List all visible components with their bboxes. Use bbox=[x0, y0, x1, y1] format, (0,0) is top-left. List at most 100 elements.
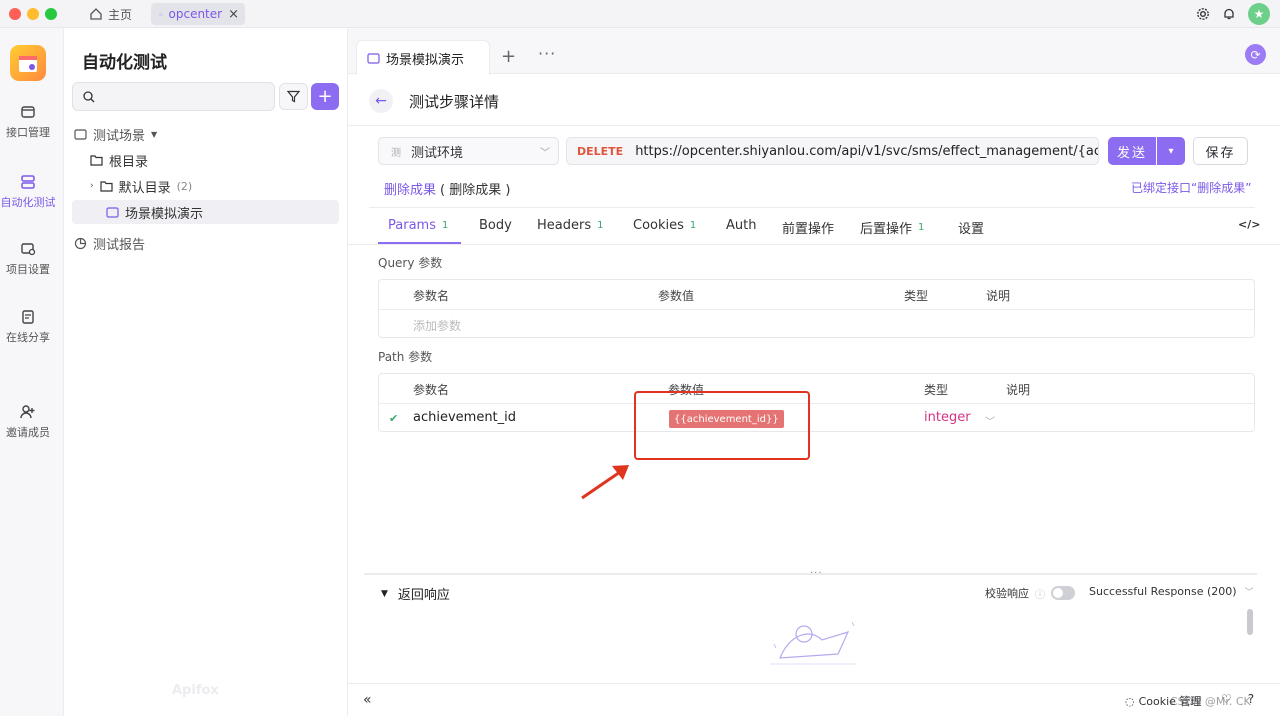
tree-item-default-folder[interactable]: › 默认目录 (2) bbox=[90, 175, 192, 197]
save-button[interactable]: 保存 bbox=[1193, 137, 1248, 165]
add-param-input[interactable]: 添加参数 bbox=[413, 317, 461, 334]
col-header: 说明 bbox=[986, 289, 1011, 303]
tab-params[interactable]: Params 1 bbox=[388, 218, 448, 233]
tree-label: 测试报告 bbox=[93, 237, 146, 253]
tree-item-scenario-root[interactable]: 测试场景 ▼ bbox=[74, 123, 157, 145]
verify-toggle[interactable] bbox=[1051, 586, 1075, 600]
collapse-sidebar-button[interactable]: « bbox=[363, 692, 372, 708]
http-method[interactable]: DELETE bbox=[577, 145, 623, 158]
divider bbox=[369, 207, 1255, 208]
avatar[interactable]: ★ bbox=[1248, 3, 1270, 25]
sync-button[interactable]: ⟳ bbox=[1245, 44, 1266, 65]
check-icon[interactable]: ✔ bbox=[389, 412, 398, 425]
footer-logo: Apifox bbox=[172, 683, 219, 698]
path-params-table: 参数名 参数值 类型 说明 ✔ achievement_id {{achieve… bbox=[378, 373, 1255, 432]
doc-tab-active[interactable]: 场景模拟演示 bbox=[356, 40, 490, 75]
response-select[interactable]: Successful Response (200) ﹀ bbox=[1089, 585, 1254, 598]
col-header: 类型 bbox=[904, 289, 929, 303]
tab-headers[interactable]: Headers 1 bbox=[537, 218, 603, 233]
home-tab[interactable]: 主页 bbox=[89, 5, 132, 23]
cookie-icon: ◌ bbox=[1125, 694, 1135, 708]
bottom-bar: « ◌ Cookie 管理 ♡ ? CSDN @Mr. CK bbox=[348, 683, 1280, 716]
rail-label-automation: 自动化测试 bbox=[0, 196, 56, 209]
send-options-button[interactable]: ▾ bbox=[1157, 137, 1185, 165]
col-header: 类型 bbox=[924, 383, 949, 397]
query-section-label: Query 参数 bbox=[378, 256, 443, 270]
environment-select[interactable]: 测 测试环境 ﹀ bbox=[378, 137, 559, 165]
home-tab-label: 主页 bbox=[108, 7, 133, 22]
tree-item-root-folder[interactable]: 根目录 bbox=[90, 149, 148, 171]
scenario-icon bbox=[74, 128, 87, 140]
tree-label: 场景模拟演示 bbox=[125, 206, 204, 222]
rail-item-invite[interactable]: 邀请成员 bbox=[0, 404, 56, 440]
add-scenario-button[interactable]: + bbox=[311, 83, 339, 110]
bound-api-link[interactable]: 已绑定接口“删除成果” bbox=[1131, 179, 1251, 196]
response-header[interactable]: ▼ 返回响应 bbox=[381, 584, 450, 603]
annotation-highlight-box bbox=[634, 391, 810, 460]
tree-item-scenario-demo[interactable]: 场景模拟演示 bbox=[72, 200, 339, 224]
new-tab-button[interactable]: + bbox=[501, 46, 516, 67]
tab-cookies[interactable]: Cookies 1 bbox=[633, 218, 696, 233]
watermark-text: CSDN @Mr. CK bbox=[1170, 695, 1251, 708]
invite-user-icon bbox=[20, 405, 35, 419]
verify-label: 校验响应 bbox=[985, 587, 1029, 600]
url-bar[interactable]: DELETE https://opcenter.shiyanlou.com/ap… bbox=[566, 137, 1099, 165]
row-divider bbox=[379, 309, 1254, 310]
close-window-button[interactable] bbox=[9, 8, 21, 20]
code-icon[interactable]: </> bbox=[1238, 218, 1260, 231]
settings-icon bbox=[21, 243, 36, 256]
tab-settings[interactable]: 设置 bbox=[958, 218, 984, 237]
project-icon bbox=[159, 12, 163, 16]
doc-tab-label: 场景模拟演示 bbox=[386, 52, 465, 68]
page-title: 测试步骤详情 bbox=[409, 93, 500, 111]
rail-item-automation[interactable]: 自动化测试 bbox=[0, 174, 56, 210]
tab-pre-operations[interactable]: 前置操作 bbox=[782, 218, 834, 237]
param-name-cell[interactable]: achievement_id bbox=[413, 410, 516, 425]
api-icon bbox=[21, 106, 35, 118]
scenario-sidebar: 自动化测试 + 测试场景 ▼ 根目录 › 默认目录 (2) 场景模拟演示 测试报… bbox=[64, 28, 348, 716]
bell-icon[interactable] bbox=[1222, 7, 1236, 21]
chevron-right-icon[interactable]: › bbox=[90, 181, 94, 191]
tree-label: 测试场景 bbox=[93, 128, 146, 144]
filter-icon bbox=[287, 90, 300, 103]
more-tabs-button[interactable]: ··· bbox=[538, 44, 556, 63]
minimize-window-button[interactable] bbox=[27, 8, 39, 20]
search-icon bbox=[83, 90, 95, 102]
annotation-arrow-icon bbox=[581, 465, 629, 500]
rail-item-share[interactable]: 在线分享 bbox=[0, 309, 56, 345]
tab-body[interactable]: Body bbox=[479, 218, 512, 233]
row-divider bbox=[379, 403, 1254, 404]
rail-item-settings[interactable]: 项目设置 bbox=[0, 241, 56, 277]
automation-icon bbox=[21, 175, 35, 189]
tree-label: 默认目录 bbox=[118, 180, 171, 196]
divider bbox=[348, 125, 1280, 126]
empty-state-illustration-icon bbox=[770, 621, 856, 665]
project-tab[interactable]: opcenter × bbox=[151, 3, 245, 25]
search-box[interactable] bbox=[72, 82, 275, 111]
send-button[interactable]: 发送 bbox=[1108, 137, 1156, 165]
filter-button[interactable] bbox=[279, 83, 308, 110]
back-button[interactable]: ← bbox=[369, 89, 393, 113]
param-type-select[interactable]: integer bbox=[924, 410, 971, 425]
rail-label-settings: 项目设置 bbox=[6, 263, 50, 276]
help-icon[interactable]: ⓘ bbox=[1035, 586, 1045, 601]
api-name-link[interactable]: 删除成果 bbox=[384, 179, 436, 198]
response-title: 返回响应 bbox=[397, 588, 450, 603]
doc-tabbar: 场景模拟演示 + ··· ⟳ bbox=[348, 28, 1280, 75]
tab-post-operations[interactable]: 后置操作 1 bbox=[860, 218, 924, 237]
tree-item-report[interactable]: 测试报告 bbox=[74, 232, 145, 254]
chevron-down-icon[interactable]: ▼ bbox=[381, 589, 388, 599]
chevron-down-icon: ﹀ bbox=[1244, 588, 1254, 598]
tree-count: (2) bbox=[176, 179, 193, 193]
tab-label: 前置操作 bbox=[782, 222, 835, 237]
caret-down-icon[interactable]: ▼ bbox=[151, 130, 157, 139]
search-input[interactable] bbox=[101, 89, 261, 104]
gear-icon[interactable] bbox=[1196, 7, 1210, 21]
tab-count: 1 bbox=[689, 220, 697, 231]
tab-auth[interactable]: Auth bbox=[726, 218, 756, 233]
scrollbar[interactable] bbox=[1247, 609, 1253, 635]
close-tab-icon[interactable]: × bbox=[228, 7, 239, 22]
maximize-window-button[interactable] bbox=[45, 8, 57, 20]
url-input[interactable]: https://opcenter.shiyanlou.com/api/v1/sv… bbox=[635, 144, 1098, 159]
rail-item-api[interactable]: 接口管理 bbox=[0, 104, 56, 140]
